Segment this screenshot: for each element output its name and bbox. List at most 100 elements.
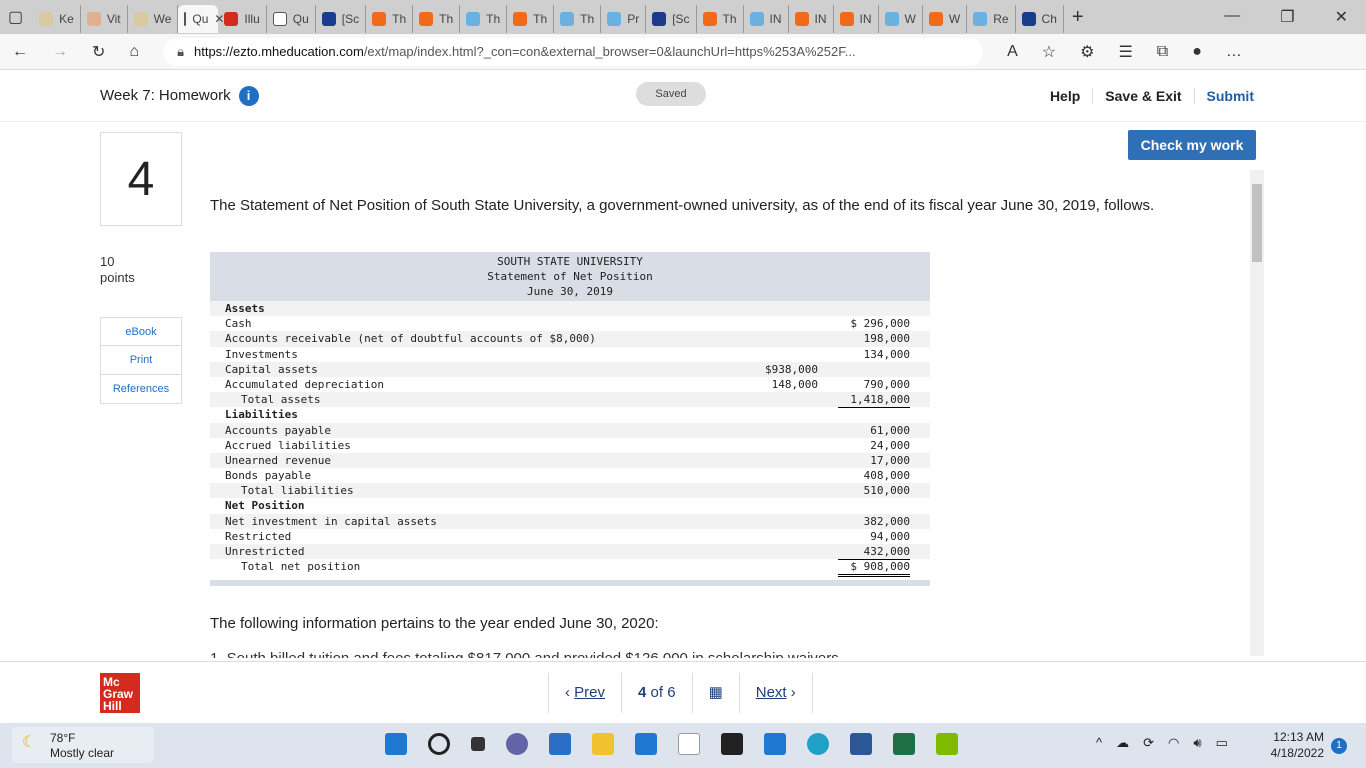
browser-tab[interactable]: Ke [33,5,81,33]
browser-tab[interactable]: Th [460,5,508,33]
clock[interactable]: 12:13 AM 4/18/2022 [1266,729,1324,761]
amazon-icon[interactable] [678,733,700,755]
restore-button[interactable]: ❐ [1280,7,1294,27]
row-amount: $ 908,000 [838,559,910,578]
browser-tab[interactable]: Th [366,5,414,33]
sync-icon[interactable]: ⟳ [1143,735,1154,751]
stocks-icon[interactable] [764,733,786,755]
home-icon[interactable]: ⌂ [129,43,139,61]
statement-table: SOUTH STATE UNIVERSITY Statement of Net P… [210,252,930,587]
battery-icon[interactable]: ▭ [1216,735,1228,751]
favicon-icon [86,12,101,26]
scrollbar[interactable] [1250,170,1264,656]
browser-tab[interactable]: Qu ✕ [178,5,224,33]
favicon-icon [272,12,287,26]
browser-tab[interactable]: Th [507,5,555,33]
start-icon[interactable] [385,733,407,755]
statement-row: Net investment in capital assets 382,000 [210,513,930,529]
back-icon[interactable]: ← [12,43,28,61]
browser-tab[interactable]: Ch [1016,5,1064,33]
browser-tab[interactable]: We [128,5,179,33]
address-bar-row: ← → ↻ ⌂ 🔒︎ https://ezto.mheducation.com/e… [0,34,1366,70]
browser-tab[interactable]: Qu [267,5,316,33]
favicon-icon [794,12,809,26]
favicon-icon [184,12,187,26]
notification-badge[interactable]: 1 [1331,738,1347,754]
browser-tab[interactable]: W [879,5,923,33]
task-view-icon[interactable] [471,737,485,751]
browser-tab[interactable]: [Sc [316,5,367,33]
statement-row: Capital assets $938,000 [210,361,930,377]
row-amount: 24,000 [870,438,910,452]
browser-tab[interactable]: Pr [601,5,647,33]
next-button[interactable]: Next › [740,673,812,713]
favorite-add-icon[interactable]: ☆ [1042,42,1056,62]
references-link[interactable]: References [100,375,182,404]
tab-label: Re [993,12,1009,26]
read-aloud-icon[interactable]: A [1007,43,1018,61]
favicon-icon [419,12,434,26]
browser-tab[interactable]: IN [834,5,879,33]
browser-tab[interactable]: W [923,5,968,33]
browser-tab[interactable]: IN [789,5,834,33]
browser-tab[interactable]: [Sc [646,5,697,33]
favicon-icon [928,12,943,26]
mail-icon[interactable] [635,733,657,755]
edge-icon[interactable] [807,733,829,755]
favicon-icon [1021,12,1036,26]
ebook-link[interactable]: eBook [100,317,182,346]
browser-tab[interactable]: Th [697,5,744,33]
browser-tab[interactable]: Vit [81,5,128,33]
close-window-button[interactable]: ✕ [1335,7,1348,27]
browser-tab[interactable]: Illu [218,5,267,33]
chevron-up-icon[interactable]: ^ [1096,735,1102,751]
browser-tab[interactable]: IN [744,5,789,33]
tab-label: Th [580,12,595,26]
collections-icon[interactable]: ⧉ [1157,43,1168,61]
more-icon[interactable]: … [1226,43,1242,61]
current-page: 4 [638,684,647,701]
search-icon[interactable] [428,733,450,755]
wifi-icon[interactable]: ◠ [1168,735,1179,751]
new-tab-button[interactable]: + [1072,6,1084,29]
tab-label: Th [533,12,548,26]
browser-tab[interactable]: Th [413,5,461,33]
weather-widget[interactable]: ☾ 78°F Mostly clear [12,727,154,763]
file-explorer-icon[interactable] [592,733,614,755]
row-label: Accumulated depreciation [225,377,384,391]
refresh-icon[interactable]: ↻ [92,42,105,62]
extension-icon[interactable]: ⚙ [1080,42,1094,62]
tab-label: Qu [192,12,209,26]
dropbox-icon[interactable] [721,733,743,755]
statement-entity: SOUTH STATE UNIVERSITY [497,255,643,268]
browser-tab[interactable]: Th [554,5,602,33]
store-icon[interactable] [549,733,571,755]
row-amount: 382,000 [863,514,910,528]
browser-tab[interactable]: Re [967,5,1016,33]
excel-icon[interactable] [893,733,915,755]
prev-button[interactable]: ‹ Prev [549,673,623,713]
app-icon[interactable] [936,733,958,755]
save-exit-link[interactable]: Save & Exit [1092,87,1193,104]
word-icon[interactable] [850,733,872,755]
volume-icon[interactable]: 🔊︎ [1193,735,1201,751]
grid-view-button[interactable]: ▦ [693,673,740,713]
help-link[interactable]: Help [1038,88,1092,104]
forward-icon[interactable]: → [52,43,68,61]
favicon-icon [372,12,387,26]
check-my-work-button[interactable]: Check my work [1128,130,1256,160]
weather-condition: Mostly clear [50,746,115,760]
info-icon[interactable]: i [238,85,259,106]
url-input[interactable]: 🔒︎ https://ezto.mheducation.com/ext/map/i… [163,37,984,66]
minimize-button[interactable]: — [1224,7,1240,27]
print-link[interactable]: Print [100,346,182,375]
favicon-icon [39,12,54,26]
favorites-icon[interactable]: ☰ [1118,42,1132,62]
onedrive-icon[interactable]: ☁ [1116,735,1129,751]
profile-avatar[interactable]: ● [1192,43,1202,61]
scrollbar-thumb[interactable] [1252,184,1262,262]
submit-link[interactable]: Submit [1193,87,1266,104]
teams-icon[interactable] [506,733,528,755]
row-label: Capital assets [225,362,318,376]
tab-actions-icon[interactable]: ▢ [8,7,23,27]
